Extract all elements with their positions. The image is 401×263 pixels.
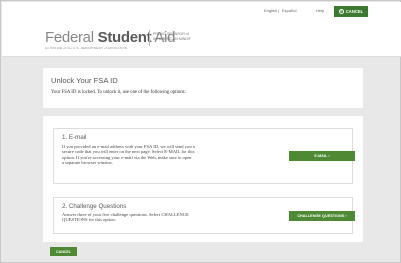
challenge-desc-line: QUESTIONS for this option. bbox=[62, 217, 116, 223]
language-separator: | bbox=[278, 8, 280, 13]
top-cancel-label: CANCEL bbox=[345, 9, 364, 14]
email-button[interactable]: E-MAIL › bbox=[289, 151, 355, 161]
english-link[interactable]: English bbox=[264, 8, 277, 13]
challenge-questions-button[interactable]: CHALLENGE QUESTIONS › bbox=[289, 211, 355, 221]
challenge-option-description: Answer three of your five challenge ques… bbox=[62, 212, 189, 223]
email-desc-line: a separate browser window. bbox=[62, 160, 113, 166]
email-option-description: If you provided an e-mail address with y… bbox=[62, 144, 195, 166]
sponsor-line-1: PROUD SPONSOR of bbox=[153, 32, 189, 36]
header-divider bbox=[149, 30, 150, 46]
sponsor-line-2: the AMERICAN MIND® bbox=[153, 36, 191, 41]
challenge-option: 2. Challenge Questions Answer three of y… bbox=[53, 197, 355, 234]
options-panel: 1. E-mail If you provided an e-mail addr… bbox=[43, 116, 363, 242]
email-option: 1. E-mail If you provided an e-mail addr… bbox=[53, 128, 355, 184]
logo-text-student: Student bbox=[97, 29, 152, 46]
top-utility-bar: English | Español Help × CANCEL bbox=[2, 2, 401, 21]
intro-text: Your FSA ID is locked. To unlock it, use… bbox=[51, 90, 186, 95]
email-option-title: 1. E-mail bbox=[62, 134, 87, 141]
logo-subtitle: An OFFICE of the U.S. DEPARTMENT of EDUC… bbox=[45, 46, 128, 50]
close-icon: × bbox=[338, 9, 344, 14]
challenge-option-title: 2. Challenge Questions bbox=[62, 203, 127, 210]
top-cancel-button[interactable]: × CANCEL bbox=[334, 6, 368, 17]
page-title: Unlock Your FSA ID bbox=[51, 76, 118, 85]
intro-card: Unlock Your FSA ID Your FSA ID is locked… bbox=[43, 68, 363, 108]
help-link[interactable]: Help bbox=[316, 8, 324, 13]
logo-text-federal: Federal bbox=[45, 29, 98, 46]
espanol-link[interactable]: Español bbox=[282, 8, 296, 13]
bottom-cancel-button[interactable]: CANCEL bbox=[50, 247, 77, 256]
sponsor-tagline: PROUD SPONSOR of the AMERICAN MIND® bbox=[153, 32, 191, 41]
site-header: Federal Student Aid An OFFICE of the U.S… bbox=[2, 21, 401, 57]
page-frame: English | Español Help × CANCEL Federal … bbox=[0, 0, 401, 263]
